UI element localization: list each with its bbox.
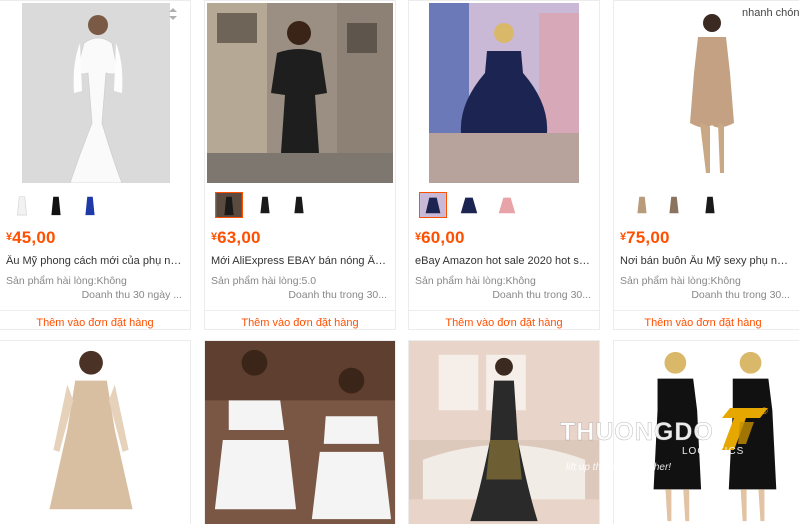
revenue-text: Doanh thu trong 30...	[691, 289, 790, 301]
product-title[interactable]: Âu Mỹ phong cách mới của phụ nữ h...	[6, 255, 182, 267]
product-title[interactable]: Nơi bán buôn Âu Mỹ sexy phụ nữ cổ ...	[620, 255, 790, 267]
dress-photo	[205, 341, 395, 524]
product-image[interactable]	[205, 341, 395, 524]
color-thumbnail[interactable]	[78, 192, 102, 218]
registered-mark: ®	[761, 406, 768, 416]
add-to-order-button[interactable]: Thêm vào đơn đặt hàng	[409, 317, 599, 329]
price-value: 75,00	[626, 228, 670, 247]
product-image[interactable]	[0, 341, 190, 524]
revenue-text: Doanh thu trong 30...	[288, 289, 387, 301]
color-thumbnail[interactable]	[698, 192, 722, 218]
color-thumbnail[interactable]	[253, 192, 277, 218]
divider	[0, 310, 190, 311]
product-image[interactable]	[207, 3, 393, 183]
revenue-text: Doanh thu 30 ngày ...	[81, 289, 182, 301]
product-card[interactable]: nhanh chóng ¥75,00 Nơi bán buôn Âu Mỹ se…	[613, 0, 799, 330]
divider	[205, 310, 395, 311]
corner-label: nhanh chóng	[742, 7, 799, 19]
color-thumbnail[interactable]	[495, 192, 519, 218]
color-thumbnail[interactable]	[419, 192, 447, 218]
color-thumbnail[interactable]	[215, 192, 243, 218]
color-thumbnail[interactable]	[10, 192, 34, 218]
product-card[interactable]: ¥60,00 eBay Amazon hot sale 2020 hot sal…	[408, 0, 600, 330]
color-thumbnail[interactable]	[287, 192, 311, 218]
product-price: ¥45,00	[6, 228, 56, 248]
satisfaction-text: Sản phẩm hài lòng:Không	[6, 275, 127, 287]
watermark: ® THUONGDO LOGISTICS lift up the path to…	[560, 400, 775, 478]
dress-photo	[0, 341, 190, 524]
watermark-brand: THUONGDO	[560, 418, 714, 447]
add-to-order-button[interactable]: Thêm vào đơn đặt hàng	[205, 317, 395, 329]
satisfaction-text: Sản phẩm hài lòng:Không	[620, 275, 741, 287]
product-card[interactable]: ¥63,00 Mới AliExpress EBAY bán nóng Âu M…	[204, 0, 396, 330]
product-image[interactable]	[22, 3, 170, 183]
divider	[614, 310, 799, 311]
product-image[interactable]	[634, 3, 784, 183]
add-to-order-button[interactable]: Thêm vào đơn đặt hàng	[0, 317, 190, 329]
product-card[interactable]	[204, 340, 396, 524]
dress-photo	[207, 3, 393, 183]
dress-photo	[634, 3, 784, 183]
satisfaction-text: Sản phẩm hài lòng:Không	[415, 275, 536, 287]
watermark-tagline: lift up the path together!	[566, 462, 672, 473]
watermark-sub: LOGISTICS	[682, 446, 745, 457]
dress-photo	[429, 3, 579, 183]
price-value: 45,00	[12, 228, 56, 247]
color-thumbnail[interactable]	[457, 192, 481, 218]
product-title[interactable]: eBay Amazon hot sale 2020 hot sale ...	[415, 255, 591, 267]
color-thumbnail[interactable]	[630, 192, 654, 218]
revenue-text: Doanh thu trong 30...	[492, 289, 591, 301]
satisfaction-text: Sản phẩm hài lòng:5.0	[211, 275, 317, 287]
product-price: ¥60,00	[415, 228, 465, 248]
price-value: 63,00	[217, 228, 261, 247]
product-card[interactable]	[0, 340, 191, 524]
price-value: 60,00	[421, 228, 465, 247]
divider	[409, 310, 599, 311]
add-to-order-button[interactable]: Thêm vào đơn đặt hàng	[614, 317, 792, 329]
product-image[interactable]	[429, 3, 579, 183]
color-thumbnail[interactable]	[44, 192, 68, 218]
product-price: ¥63,00	[211, 228, 261, 248]
sort-arrows-icon[interactable]	[168, 7, 178, 21]
dress-photo	[22, 3, 170, 183]
product-title[interactable]: Mới AliExpress EBAY bán nóng Âu Mỹ...	[211, 255, 387, 267]
product-card[interactable]: ¥45,00 Âu Mỹ phong cách mới của phụ nữ h…	[0, 0, 191, 330]
color-thumbnail[interactable]	[662, 192, 686, 218]
product-price: ¥75,00	[620, 228, 670, 248]
